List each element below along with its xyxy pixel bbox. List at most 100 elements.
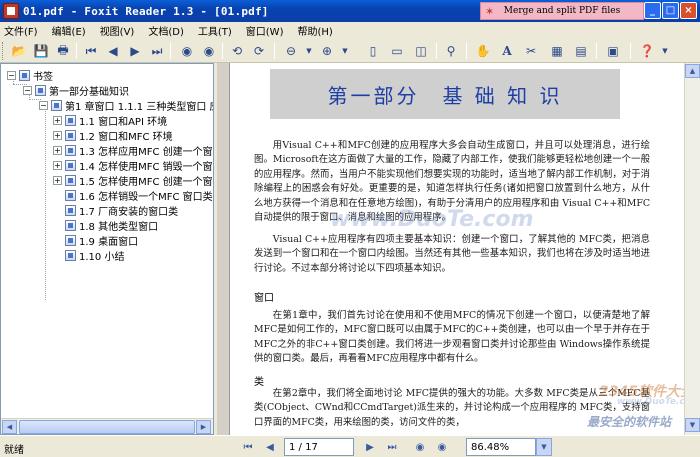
zoom-out-dropdown-icon[interactable]: ▼ — [300, 42, 318, 60]
rotate-left-icon[interactable]: ⟲ — [228, 42, 246, 60]
bookmark-item[interactable]: + 1.3 怎样应用MFC 创建一个窗口 — [53, 143, 213, 158]
bookmark-item[interactable]: 1.6 怎样销毁一个MFC 窗口类 — [65, 188, 213, 203]
scroll-left-icon[interactable]: ◀ — [2, 420, 17, 434]
expand-icon[interactable]: + — [53, 160, 62, 170]
image-icon[interactable]: ▣ — [604, 42, 622, 60]
forward-icon[interactable]: ◉ — [200, 42, 218, 60]
collapse-icon[interactable]: − — [23, 85, 32, 95]
forward-icon[interactable]: ◉ — [434, 439, 450, 455]
bookmark-item[interactable]: + 1.2 窗口和MFC 环境 — [53, 128, 173, 143]
snapshot-icon[interactable]: ✂ — [522, 42, 540, 60]
collapse-icon[interactable]: − — [7, 70, 16, 80]
paragraph-2: Visual C++应用程序有四项主要基本知识：创建一个窗口，了解其他的 MFC… — [254, 234, 650, 274]
prev-page-icon[interactable]: ◀ — [262, 439, 278, 455]
bookmark-item[interactable]: + 1.4 怎样使用MFC 销毁一个窗口 — [53, 158, 213, 173]
next-page-icon[interactable]: ▶ — [362, 439, 378, 455]
sparkle-icon: ✶ — [485, 5, 495, 18]
open-icon[interactable]: 📂 — [10, 42, 28, 60]
bookmark-item[interactable]: + 1.5 怎样使用MFC 创建一个窗口 — [53, 173, 213, 188]
zoom-field[interactable]: 86.48% — [466, 438, 536, 456]
bookmark-icon — [65, 219, 76, 231]
bookmark-item[interactable]: 1.7 厂商安装的窗口类 — [65, 203, 178, 218]
scroll-right-icon[interactable]: ▶ — [196, 420, 211, 434]
toolbar-separator — [170, 43, 171, 59]
save-icon[interactable]: 💾 — [32, 42, 50, 60]
bookmark-item[interactable]: + 1.1 窗口和API 环境 — [53, 113, 167, 128]
help-dropdown-icon[interactable]: ▼ — [656, 42, 674, 60]
last-page-icon[interactable]: ⏭ — [384, 439, 400, 455]
toolbar: 📂 💾 🖶 ⏮ ◀ ▶ ⏭ ◉ ◉ ⟲ ⟳ ⊖ ▼ ⊕ ▼ ▯ ▭ ◫ ⚲ ✋ … — [0, 39, 700, 63]
first-page-icon[interactable]: ⏮ — [82, 42, 100, 60]
zoom-in-icon[interactable]: ⊕ — [318, 42, 336, 60]
status-bar: 就绪 ⏮ ◀ 1 / 17 ▶ ⏭ ◉ ◉ 86.48% ▼ — [0, 435, 700, 457]
bookmark-label: 1.4 怎样使用MFC 销毁一个窗口 — [79, 161, 213, 173]
bookmark-root[interactable]: − 书签 — [7, 68, 53, 83]
bookmark-icon — [65, 234, 76, 246]
vertical-scrollbar[interactable]: ▲ ▼ — [684, 63, 700, 435]
prev-page-icon[interactable]: ◀ — [104, 42, 122, 60]
first-page-icon[interactable]: ⏮ — [240, 439, 256, 455]
maximize-button[interactable]: □ — [662, 2, 679, 19]
minimize-icon: _ — [650, 5, 655, 16]
bookmark-label: 1.9 桌面窗口 — [79, 236, 139, 248]
bookmark-tree: − 书签 − 第一部分基础知识 − 第1 章窗口 1.1.1 三种类型窗口 应用… — [1, 64, 213, 418]
bookmark-icon — [35, 84, 46, 96]
toolbar-grip[interactable] — [2, 42, 5, 60]
collapse-icon[interactable]: − — [39, 100, 48, 110]
scrollbar-thumb[interactable] — [19, 420, 195, 434]
expand-icon[interactable]: + — [53, 130, 62, 140]
text-select-icon[interactable]: A — [498, 42, 516, 60]
menu-tools[interactable]: 工具(T) — [198, 23, 232, 38]
next-page-icon[interactable]: ▶ — [126, 42, 144, 60]
window-title: 01.pdf - Foxit Reader 1.3 - [01.pdf] — [23, 4, 269, 18]
foxit-app-icon[interactable] — [3, 3, 19, 19]
menu-view[interactable]: 视图(V) — [100, 23, 135, 38]
page-number-field[interactable]: 1 / 17 — [284, 438, 354, 456]
bookmark-icon — [65, 129, 76, 141]
close-icon: × — [684, 5, 693, 16]
scroll-up-icon[interactable]: ▲ — [685, 64, 700, 78]
expand-icon[interactable]: + — [53, 145, 62, 155]
help-icon[interactable]: ❓ — [638, 42, 656, 60]
bookmark-item[interactable]: 1.8 其他类型窗口 — [65, 218, 158, 233]
facing-icon[interactable]: ◫ — [412, 42, 430, 60]
menu-document[interactable]: 文档(D) — [148, 23, 184, 38]
last-page-icon[interactable]: ⏭ — [148, 42, 166, 60]
back-icon[interactable]: ◉ — [178, 42, 196, 60]
minimize-button[interactable]: _ — [644, 2, 661, 19]
single-page-icon[interactable]: ▯ — [364, 42, 382, 60]
zoom-in-dropdown-icon[interactable]: ▼ — [336, 42, 354, 60]
expand-icon[interactable]: + — [53, 175, 62, 185]
binoculars-icon[interactable]: ⚲ — [442, 42, 460, 60]
zoom-out-icon[interactable]: ⊖ — [282, 42, 300, 60]
continuous-icon[interactable]: ▭ — [388, 42, 406, 60]
paragraph-3: 在第1章中，我们首先讨论在使用和不使用MFC的情况下创建一个窗口，以便清楚地了解… — [254, 310, 650, 365]
menu-file[interactable]: 文件(F) — [4, 23, 38, 38]
zoom-dropdown-icon[interactable]: ▼ — [536, 438, 552, 456]
rotate-right-icon[interactable]: ⟳ — [250, 42, 268, 60]
horizontal-scrollbar[interactable]: ◀ ▶ — [1, 418, 213, 434]
print-icon[interactable]: 🖶 — [54, 42, 72, 60]
toolbar-separator — [436, 43, 437, 59]
table-icon[interactable]: ▦ — [548, 42, 566, 60]
paragraph-1: 用Visual C++和MFC创建的应用程序大多会自动生成窗口，并且可以处理消息… — [254, 140, 650, 224]
scroll-down-icon[interactable]: ▼ — [685, 418, 700, 432]
bookmark-item[interactable]: 1.9 桌面窗口 — [65, 233, 139, 248]
hand-tool-icon[interactable]: ✋ — [474, 42, 492, 60]
document-view[interactable]: 第一部分 基 础 知 识 用Visual C++和MFC创建的应用程序大多会自动… — [217, 63, 700, 435]
bookmark-item[interactable]: − 第一部分基础知识 — [23, 83, 129, 98]
page-heading: 第一部分 基 础 知 识 — [327, 83, 563, 108]
bookmark-item[interactable]: − 第1 章窗口 1.1.1 三种类型窗口 应用 — [39, 98, 213, 113]
menu-edit[interactable]: 编辑(E) — [52, 23, 86, 38]
menu-help[interactable]: 帮助(H) — [297, 23, 332, 38]
close-button[interactable]: × — [680, 2, 697, 19]
expand-icon[interactable]: + — [53, 115, 62, 125]
bookmark-label: 1.6 怎样销毁一个MFC 窗口类 — [79, 191, 213, 203]
promo-banner[interactable]: ✶ Merge and split PDF files — [480, 2, 644, 20]
bookmark-icon — [65, 174, 76, 186]
bookmark-panel-icon[interactable]: ▤ — [572, 42, 590, 60]
menu-bar: 文件(F) 编辑(E) 视图(V) 文档(D) 工具(T) 窗口(W) 帮助(H… — [0, 22, 700, 39]
back-icon[interactable]: ◉ — [412, 439, 428, 455]
menu-window[interactable]: 窗口(W) — [246, 23, 284, 38]
bookmark-item[interactable]: 1.10 小结 — [65, 248, 124, 263]
